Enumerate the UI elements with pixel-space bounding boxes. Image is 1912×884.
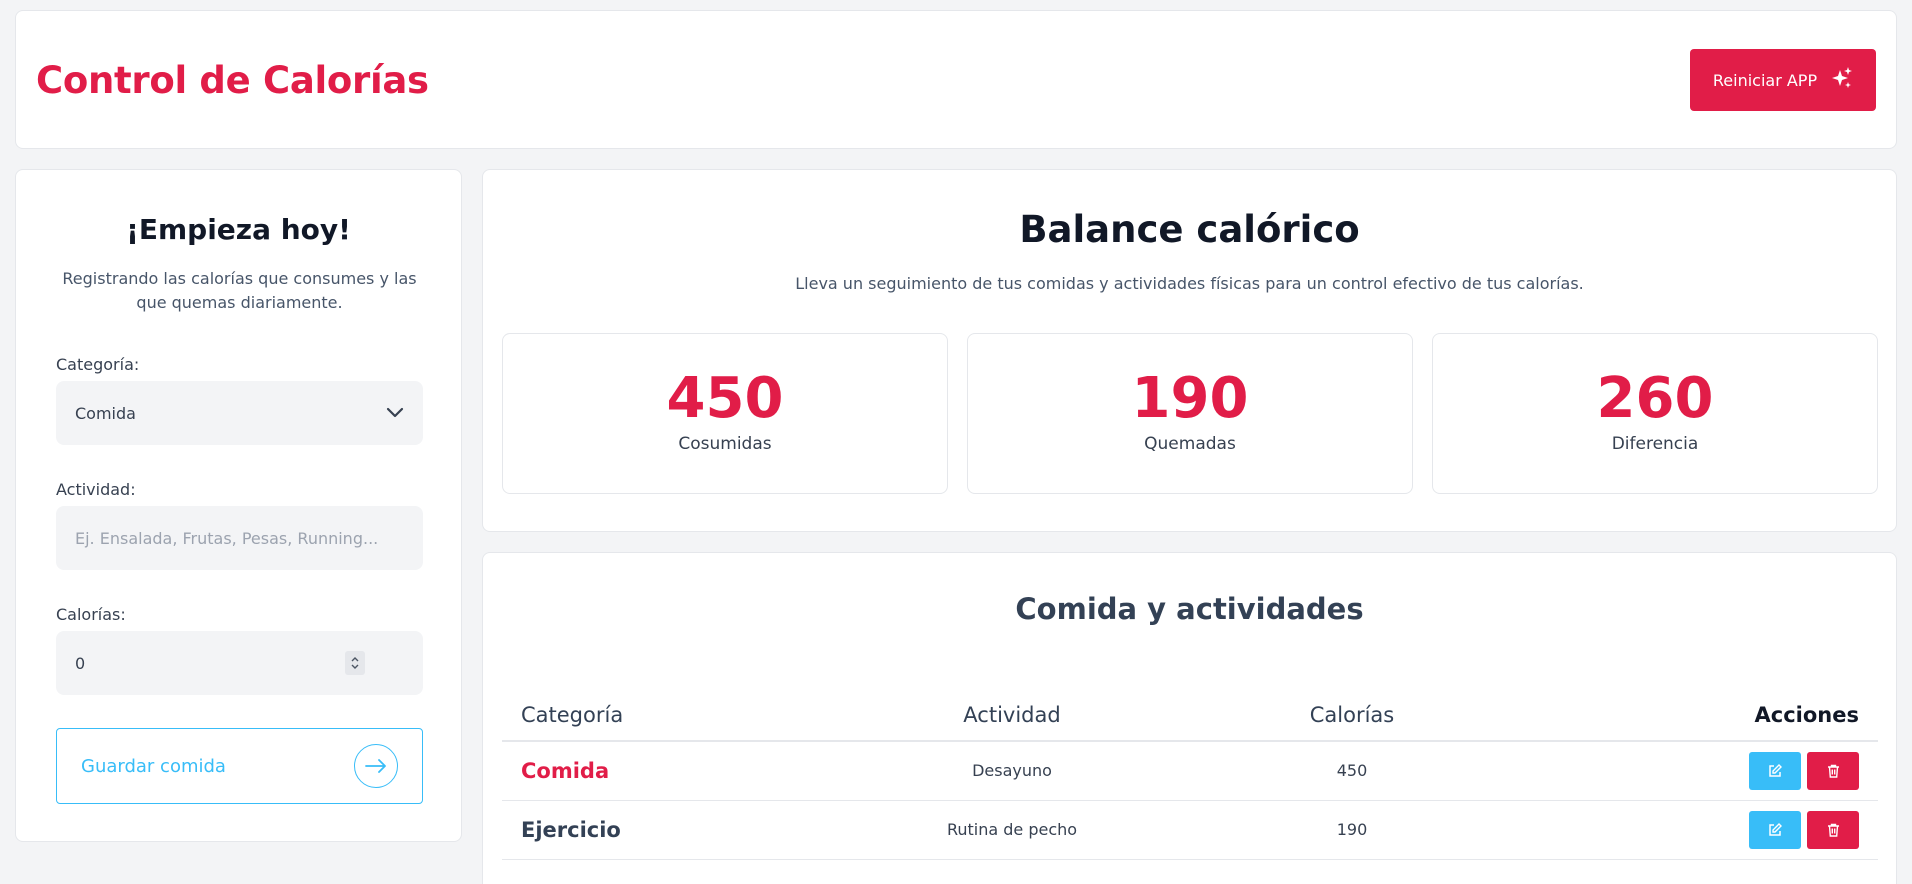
stat-label: Diferencia: [1611, 434, 1699, 454]
sparkles-icon: [1831, 66, 1853, 94]
calories-input[interactable]: 0: [75, 654, 85, 673]
edit-icon: [1769, 822, 1782, 836]
row-activity: Rutina de pecho: [842, 800, 1182, 860]
form-title: ¡Empieza hoy!: [126, 213, 351, 246]
delete-button[interactable]: [1807, 751, 1859, 790]
calories-label: Calorías:: [56, 605, 126, 624]
row-actions: [1522, 800, 1878, 860]
balance-title: Balance calórico: [1019, 208, 1360, 251]
category-label: Categoría:: [56, 355, 140, 374]
trash-icon: [1827, 823, 1839, 837]
row-calories: 190: [1182, 800, 1522, 860]
arrow-right-icon: [354, 744, 398, 788]
app-header: Control de Calorías Reiniciar APP: [15, 10, 1897, 149]
header-calories: Calorías: [1182, 690, 1522, 742]
stat-label: Cosumidas: [678, 434, 772, 454]
stat-consumed: 450 Cosumidas: [502, 333, 948, 494]
calorie-balance: Balance calórico Lleva un seguimiento de…: [482, 169, 1897, 532]
stat-value: 450: [666, 366, 784, 431]
category-value: Comida: [75, 403, 136, 423]
trash-icon: [1827, 764, 1839, 778]
delete-button[interactable]: [1807, 810, 1859, 849]
activity-list: Comida y actividades Categoría Actividad…: [482, 552, 1897, 884]
chevron-down-icon: [386, 404, 404, 423]
edit-button[interactable]: [1749, 751, 1801, 790]
header-actions: Acciones: [1522, 690, 1878, 742]
row-activity: Desayuno: [842, 741, 1182, 801]
activity-input[interactable]: [75, 528, 404, 548]
list-title: Comida y actividades: [1015, 592, 1364, 626]
table-row: Comida Desayuno 450: [502, 741, 1878, 801]
activity-table: Categoría Actividad Calorías Acciones Co…: [502, 690, 1878, 860]
stat-label: Quemadas: [1144, 434, 1236, 454]
calories-field-wrapper: 0: [56, 631, 423, 695]
stat-burned: 190 Quemadas: [967, 333, 1413, 494]
reset-app-label: Reiniciar APP: [1712, 70, 1818, 90]
stat-difference: 260 Diferencia: [1432, 333, 1878, 494]
activity-form: ¡Empieza hoy! Registrando las calorías q…: [15, 169, 462, 842]
row-actions: [1522, 741, 1878, 801]
row-category: Comida: [502, 741, 842, 801]
edit-icon: [1769, 763, 1782, 777]
app-title: Control de Calorías: [36, 59, 429, 102]
category-select[interactable]: Comida: [56, 381, 423, 445]
row-calories: 450: [1182, 741, 1522, 801]
reset-app-button[interactable]: Reiniciar APP: [1690, 49, 1876, 111]
table-row: Ejercicio Rutina de pecho 190: [502, 800, 1878, 860]
balance-subtitle: Lleva un seguimiento de tus comidas y ac…: [795, 274, 1584, 293]
edit-button[interactable]: [1749, 810, 1801, 849]
stat-value: 260: [1596, 366, 1714, 431]
table-header-row: Categoría Actividad Calorías Acciones: [502, 690, 1878, 742]
activity-field-wrapper: [56, 506, 423, 570]
header-activity: Actividad: [842, 690, 1182, 742]
save-button-label: Guardar comida: [81, 755, 226, 777]
activity-label: Actividad:: [56, 480, 136, 499]
row-category: Ejercicio: [502, 800, 842, 860]
header-category: Categoría: [502, 690, 842, 742]
stat-value: 190: [1131, 366, 1249, 431]
stepper-icon[interactable]: [345, 651, 365, 675]
form-subtitle: Registrando las calorías que consumes y …: [62, 269, 417, 312]
save-button[interactable]: Guardar comida: [56, 728, 423, 804]
